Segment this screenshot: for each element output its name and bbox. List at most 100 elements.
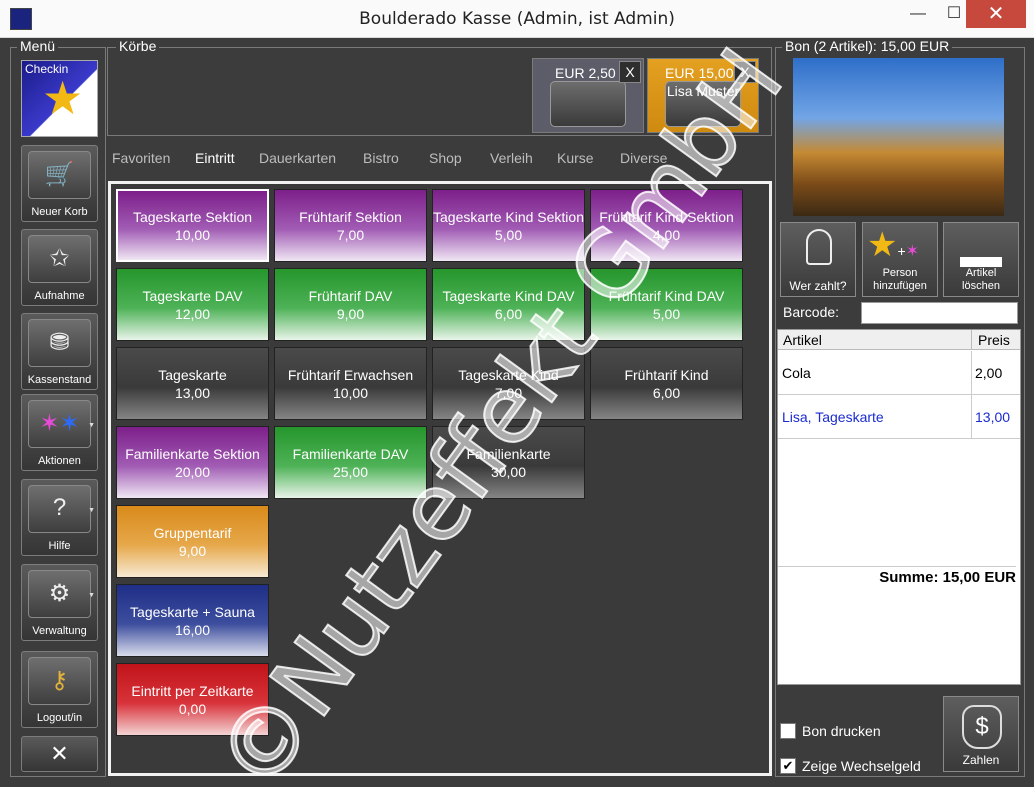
product-tile[interactable]: Tageskarte Kind Sektion 5,00 xyxy=(432,189,585,262)
product-tile[interactable]: Tageskarte 13,00 xyxy=(116,347,269,420)
cart-card-active[interactable]: EUR 15,00 X Lisa Muster xyxy=(647,58,759,133)
tab-eintritt[interactable]: Eintritt xyxy=(195,150,235,166)
product-tile[interactable]: Tageskarte + Sauna 16,00 xyxy=(116,584,269,657)
product-name: Frühtarif Kind Sektion xyxy=(599,208,734,225)
tab-diverse[interactable]: Diverse xyxy=(620,150,667,166)
product-price: 9,00 xyxy=(178,542,207,559)
show-change-label: Zeige Wechselgeld xyxy=(802,758,921,774)
product-price: 6,00 xyxy=(652,384,681,401)
product-name: Frühtarif Sektion xyxy=(299,208,402,225)
who-pays-button[interactable]: Wer zahlt? xyxy=(780,222,856,297)
dropdown-arrow-icon: ▼ xyxy=(88,422,95,429)
product-price: 5,00 xyxy=(652,305,681,322)
tab-kurse[interactable]: Kurse xyxy=(557,150,594,166)
print-receipt-label: Bon drucken xyxy=(802,723,881,739)
carts-label: Körbe xyxy=(116,38,160,54)
product-name: Familienkarte Sektion xyxy=(125,445,260,462)
receipt-sum: Summe: 15,00 EUR xyxy=(778,566,1016,586)
money-bag-icon: $ xyxy=(962,705,1002,749)
product-tile[interactable]: Frühtarif Erwachsen 10,00 xyxy=(274,347,427,420)
receipt-table: Artikel Preis Cola 2,00 Lisa, Tageskarte 13… xyxy=(777,329,1021,685)
print-receipt-checkbox[interactable] xyxy=(780,723,796,739)
product-price: 5,00 xyxy=(494,226,523,243)
product-grid: Tageskarte Sektion 10,00 Frühtarif Sektion… xyxy=(108,181,772,776)
close-cart-button[interactable]: X xyxy=(734,61,756,83)
add-person-icon: ★+✶ xyxy=(867,226,920,264)
key-icon: ⚷ xyxy=(28,657,91,705)
product-tile[interactable]: Tageskarte DAV 12,00 xyxy=(116,268,269,341)
product-price: 10,00 xyxy=(332,384,369,401)
logout-button[interactable]: ⚷ Logout/in xyxy=(21,651,98,728)
product-name: Tageskarte Sektion xyxy=(132,208,253,225)
product-tile[interactable]: Frühtarif Kind DAV 5,00 xyxy=(590,268,743,341)
customer-photo xyxy=(793,58,1004,216)
tab-bistro[interactable]: Bistro xyxy=(363,150,399,166)
delete-bar-icon xyxy=(960,257,1002,267)
barcode-input[interactable] xyxy=(861,302,1018,324)
stars-icon: ✶✶ xyxy=(28,400,91,448)
receipt-row[interactable]: Lisa, Tageskarte 13,00 xyxy=(778,395,1020,439)
new-cart-button[interactable]: 🛒 Neuer Korb xyxy=(21,145,98,222)
product-price: 16,00 xyxy=(174,621,211,638)
product-tile[interactable]: Familienkarte 30,00 xyxy=(432,426,585,499)
close-window-button[interactable]: ✕ xyxy=(966,0,1026,28)
basket-icon xyxy=(550,81,626,127)
cashbox-icon: ⛃ xyxy=(28,319,91,367)
delete-item-button[interactable]: Artikel löschen xyxy=(943,222,1019,297)
product-name: Frühtarif Erwachsen xyxy=(287,366,414,383)
product-price: 4,00 xyxy=(652,226,681,243)
receipt-price: 2,00 xyxy=(971,351,1020,394)
product-tile[interactable]: Tageskarte Kind 7,00 xyxy=(432,347,585,420)
product-tile[interactable]: Familienkarte DAV 25,00 xyxy=(274,426,427,499)
intake-button[interactable]: ✩ Aufnahme xyxy=(21,229,98,306)
product-name: Tageskarte xyxy=(158,366,227,383)
product-price: 10,00 xyxy=(174,226,211,243)
product-tile[interactable]: Frühtarif Kind 6,00 xyxy=(590,347,743,420)
checkin-button[interactable]: Checkin ★ xyxy=(21,60,98,137)
product-price: 25,00 xyxy=(332,463,369,480)
product-tile[interactable]: Frühtarif Kind Sektion 4,00 xyxy=(590,189,743,262)
product-tile[interactable]: Gruppentarif 9,00 xyxy=(116,505,269,578)
receipt-article: Lisa, Tageskarte xyxy=(782,409,884,425)
pay-button[interactable]: $ Zahlen xyxy=(943,696,1019,772)
help-button[interactable]: ? ▼ Hilfe xyxy=(21,479,98,556)
receipt-price: 13,00 xyxy=(971,395,1020,438)
receipt-row[interactable]: Cola 2,00 xyxy=(778,351,1020,395)
actions-button[interactable]: ✶✶ ▼ Aktionen xyxy=(21,394,98,471)
product-price: 12,00 xyxy=(174,305,211,322)
administration-button[interactable]: ⚙ ▼ Verwaltung xyxy=(21,564,98,641)
exit-button[interactable]: ✕ xyxy=(21,736,98,772)
barcode-label: Barcode: xyxy=(783,304,840,320)
product-tile[interactable]: Eintritt per Zeitkarte 0,00 xyxy=(116,663,269,736)
person-silhouette-icon xyxy=(806,229,832,265)
close-cart-button[interactable]: X xyxy=(619,61,641,83)
add-person-button[interactable]: ★+✶ Person hinzufügen xyxy=(862,222,938,297)
product-tile[interactable]: Familienkarte Sektion 20,00 xyxy=(116,426,269,499)
cart-card[interactable]: EUR 2,50 X xyxy=(532,58,644,133)
tab-verleih[interactable]: Verleih xyxy=(490,150,533,166)
receipt-table-header: Artikel Preis xyxy=(778,330,1020,350)
tab-shop[interactable]: Shop xyxy=(429,150,462,166)
product-tile[interactable]: Tageskarte Kind DAV 6,00 xyxy=(432,268,585,341)
dropdown-arrow-icon: ▼ xyxy=(88,592,95,599)
show-change-checkbox[interactable]: ✔ xyxy=(780,758,796,774)
product-tile[interactable]: Tageskarte Sektion 10,00 xyxy=(116,189,269,262)
product-tile[interactable]: Frühtarif DAV 9,00 xyxy=(274,268,427,341)
product-tile[interactable]: Frühtarif Sektion 7,00 xyxy=(274,189,427,262)
product-price: 7,00 xyxy=(336,226,365,243)
product-price: 20,00 xyxy=(174,463,211,480)
bon-header: Bon (2 Artikel): 15,00 EUR xyxy=(782,38,953,54)
tab-dauerkarten[interactable]: Dauerkarten xyxy=(259,150,336,166)
window-title: Boulderado Kasse (Admin, ist Admin) xyxy=(359,9,675,29)
product-price: 6,00 xyxy=(494,305,523,322)
gears-icon: ⚙ xyxy=(28,570,91,618)
cash-balance-button[interactable]: ⛃ Kassenstand xyxy=(21,313,98,390)
tab-favoriten[interactable]: Favoriten xyxy=(112,150,170,166)
product-name: Tageskarte Kind DAV xyxy=(442,287,575,304)
product-name: Tageskarte Kind xyxy=(458,366,559,383)
product-price: 7,00 xyxy=(494,384,523,401)
product-name: Frühtarif Kind DAV xyxy=(608,287,725,304)
product-price: 13,00 xyxy=(174,384,211,401)
product-price: 0,00 xyxy=(178,700,207,717)
product-price: 30,00 xyxy=(490,463,527,480)
